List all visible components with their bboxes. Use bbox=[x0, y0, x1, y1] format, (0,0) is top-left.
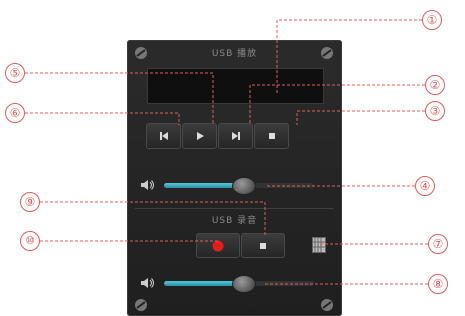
callout-8: ⑧ bbox=[428, 274, 448, 294]
callout-leaders bbox=[25, 19, 428, 285]
callout-3: ③ bbox=[425, 101, 445, 121]
callout-6: ⑥ bbox=[5, 103, 25, 123]
callout-7: ⑦ bbox=[428, 234, 448, 254]
callout-4: ④ bbox=[415, 176, 435, 196]
callout-9: ⑨ bbox=[20, 192, 40, 212]
callout-10: ⑩ bbox=[20, 231, 40, 251]
callout-5: ⑤ bbox=[5, 63, 25, 83]
callout-1: ① bbox=[422, 10, 442, 30]
callout-2: ② bbox=[425, 75, 445, 95]
